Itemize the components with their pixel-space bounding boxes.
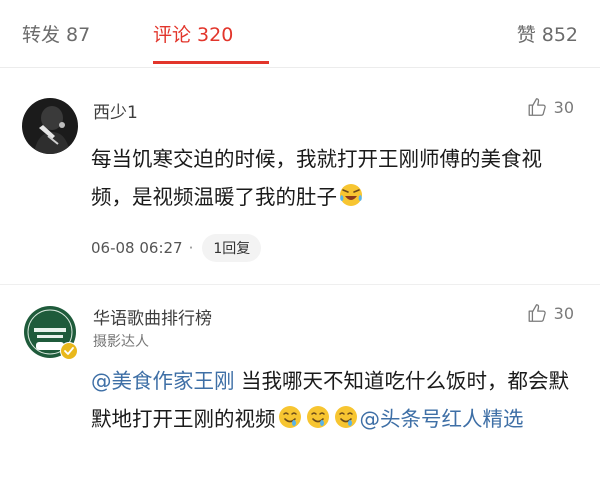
tab-comments[interactable]: 评论 320 xyxy=(153,20,233,47)
like-count: 30 xyxy=(553,97,574,117)
verified-badge-icon xyxy=(60,342,78,360)
thumbs-up-icon xyxy=(528,98,546,116)
drooling-face-emoji-icon xyxy=(278,406,301,428)
comment-username[interactable]: 华语歌曲排行榜 xyxy=(93,304,212,329)
mention-link[interactable]: @美食作家王刚 xyxy=(91,369,235,393)
comment-item: 西少1 30 每当饥寒交迫的时候，我就打开王刚师傅的美食视频，是视频温暖了我的肚… xyxy=(0,68,600,284)
avatar[interactable] xyxy=(22,98,78,154)
laughing-tears-emoji-icon xyxy=(340,184,362,206)
comment-username[interactable]: 西少1 xyxy=(93,98,138,123)
comment-meta: 06-08 06:27 · 1回复 xyxy=(91,234,262,262)
replies-button[interactable]: 1回复 xyxy=(202,234,262,262)
avatar-photo-icon xyxy=(22,98,78,154)
meta-separator: · xyxy=(188,239,194,257)
mention-link[interactable]: 头条号红人精选 xyxy=(380,407,524,431)
comment-timestamp: 06-08 06:27 xyxy=(91,239,183,257)
comment-item: 华语歌曲排行榜 摄影达人 30 @美食作家王刚 当我哪天不知道吃什么饭时，都会默… xyxy=(0,284,600,481)
drooling-face-emoji-icon xyxy=(306,406,329,428)
comment-body: 每当饥寒交迫的时候，我就打开王刚师傅的美食视频，是视频温暖了我的肚子 xyxy=(91,147,542,209)
like-button[interactable]: 30 xyxy=(526,96,574,118)
user-role-label: 摄影达人 xyxy=(93,334,149,350)
tab-repost[interactable]: 转发 87 xyxy=(22,20,90,47)
active-tab-indicator xyxy=(153,61,269,64)
comment-text: 每当饥寒交迫的时候，我就打开王刚师傅的美食视频，是视频温暖了我的肚子 xyxy=(91,140,581,216)
like-button[interactable]: 30 xyxy=(526,302,574,324)
tab-bar: 转发 87 评论 320 赞 852 xyxy=(0,0,600,68)
like-count: 30 xyxy=(553,303,574,323)
tab-likes[interactable]: 赞 852 xyxy=(517,20,578,47)
comment-text: @美食作家王刚 当我哪天不知道吃什么饭时，都会默默地打开王刚的视频 @头条号红人… xyxy=(91,362,581,438)
drooling-face-emoji-icon xyxy=(334,406,357,428)
mention-at-symbol[interactable]: @ xyxy=(360,407,381,431)
thumbs-up-icon xyxy=(528,304,546,322)
